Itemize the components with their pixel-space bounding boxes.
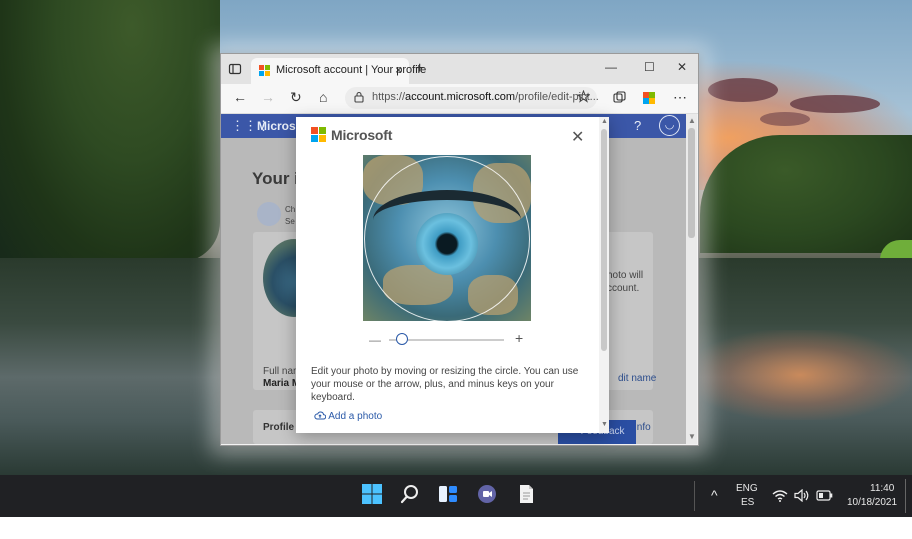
tray-divider (694, 481, 695, 511)
profile-info-heading: Profile i (263, 422, 300, 433)
add-photo-link[interactable]: Add a photo (314, 411, 382, 422)
cloud-upload-icon (314, 411, 327, 420)
scroll-up-icon[interactable]: ▲ (601, 118, 608, 125)
browser-titlebar: Microsoft account | Your profile × + — ☐… (221, 54, 698, 84)
scroll-down-icon[interactable]: ▼ (688, 432, 696, 441)
photo-info-text: hoto will (607, 270, 644, 281)
page-scrollbar[interactable]: ▲ ▼ (686, 114, 697, 444)
new-tab-button[interactable]: + (415, 60, 424, 78)
page-heading: Your i (252, 169, 299, 188)
zoom-out-button[interactable]: — (369, 333, 381, 347)
maximize-button[interactable]: ☐ (644, 60, 655, 74)
wifi-icon[interactable] (772, 489, 788, 531)
change-text: Ch (285, 205, 296, 214)
zoom-in-button[interactable]: + (515, 330, 523, 346)
battery-icon[interactable] (816, 490, 833, 532)
language-secondary[interactable]: ES (741, 497, 754, 539)
photo-crop-area[interactable] (363, 155, 531, 321)
widgets-icon[interactable] (437, 483, 459, 505)
forest-left (0, 0, 220, 262)
help-icon[interactable]: ? (634, 118, 641, 133)
minimize-button[interactable]: — (605, 60, 617, 74)
start-windows-icon[interactable] (361, 483, 383, 505)
add-favorite-icon[interactable] (576, 89, 591, 106)
show-desktop-edge[interactable] (905, 479, 906, 513)
refresh-button[interactable]: ↻ (290, 89, 302, 106)
forest-right (700, 135, 912, 253)
tab-title: Microsoft account | Your profile (276, 64, 427, 76)
zoom-slider[interactable]: — + (369, 330, 527, 347)
dialog-close-button[interactable]: ✕ (571, 127, 584, 147)
microsoft-logo-icon (259, 65, 270, 76)
dialog-scroll-thumb[interactable] (601, 129, 607, 351)
scroll-up-icon[interactable]: ▲ (688, 116, 696, 125)
teams-chat-icon[interactable] (476, 483, 498, 505)
water-reflection (690, 330, 910, 420)
cloud (790, 95, 880, 113)
settings-more-button[interactable]: ⋯ (673, 89, 687, 106)
browser-toolbar: ← → ↻ ⌂ https://account.microsoft.com/pr… (221, 84, 698, 114)
taskbar: ^ ENG ES 11:40 10/18/2021 (0, 475, 912, 517)
change-sub: Se (285, 217, 295, 226)
url-text: https://account.microsoft.com/profile/ed… (372, 91, 599, 103)
edit-photo-dialog: Microsoft ✕ — + Edit your photo by movin… (296, 117, 609, 433)
collections-icon[interactable] (613, 91, 626, 107)
clock-date[interactable]: 10/18/2021 (847, 497, 897, 539)
cloud (708, 78, 778, 102)
dialog-brand: Microsoft (331, 127, 393, 143)
profile-avatar-icon[interactable] (641, 90, 657, 109)
cloud (760, 112, 810, 126)
scroll-thumb[interactable] (688, 128, 695, 238)
lock-icon (354, 91, 364, 106)
account-icon[interactable]: ◡ (659, 115, 680, 136)
edit-name-link[interactable]: dit name (618, 373, 656, 384)
dialog-scrollbar[interactable]: ▲ ▼ (599, 117, 609, 433)
show-hidden-icons-chevron-icon[interactable]: ^ (711, 487, 718, 529)
full-name-value: Maria M (263, 378, 301, 389)
volume-icon[interactable] (794, 488, 810, 531)
search-icon (257, 202, 281, 226)
photo-info-text-2: ccount. (607, 283, 640, 294)
address-bar[interactable]: https://account.microsoft.com/profile/ed… (345, 87, 599, 109)
tab-microsoft-account[interactable]: Microsoft account | Your profile × (251, 58, 426, 84)
microsoft-logo-icon (311, 127, 326, 142)
scroll-down-icon[interactable]: ▼ (601, 421, 608, 428)
info-link[interactable]: Info (634, 422, 651, 433)
home-button[interactable]: ⌂ (319, 89, 327, 105)
dialog-instructions: Edit your photo by moving or resizing th… (311, 366, 579, 403)
tab-close-icon[interactable]: × (395, 63, 402, 77)
tab-actions-icon[interactable] (228, 62, 242, 76)
forward-button[interactable]: → (261, 89, 275, 105)
notepad-file-icon[interactable] (515, 483, 537, 505)
crop-circle[interactable] (364, 156, 530, 321)
search-icon[interactable] (399, 483, 421, 505)
close-window-button[interactable]: ✕ (677, 60, 687, 74)
zoom-handle[interactable] (395, 333, 408, 345)
back-button[interactable]: ← (233, 89, 247, 105)
